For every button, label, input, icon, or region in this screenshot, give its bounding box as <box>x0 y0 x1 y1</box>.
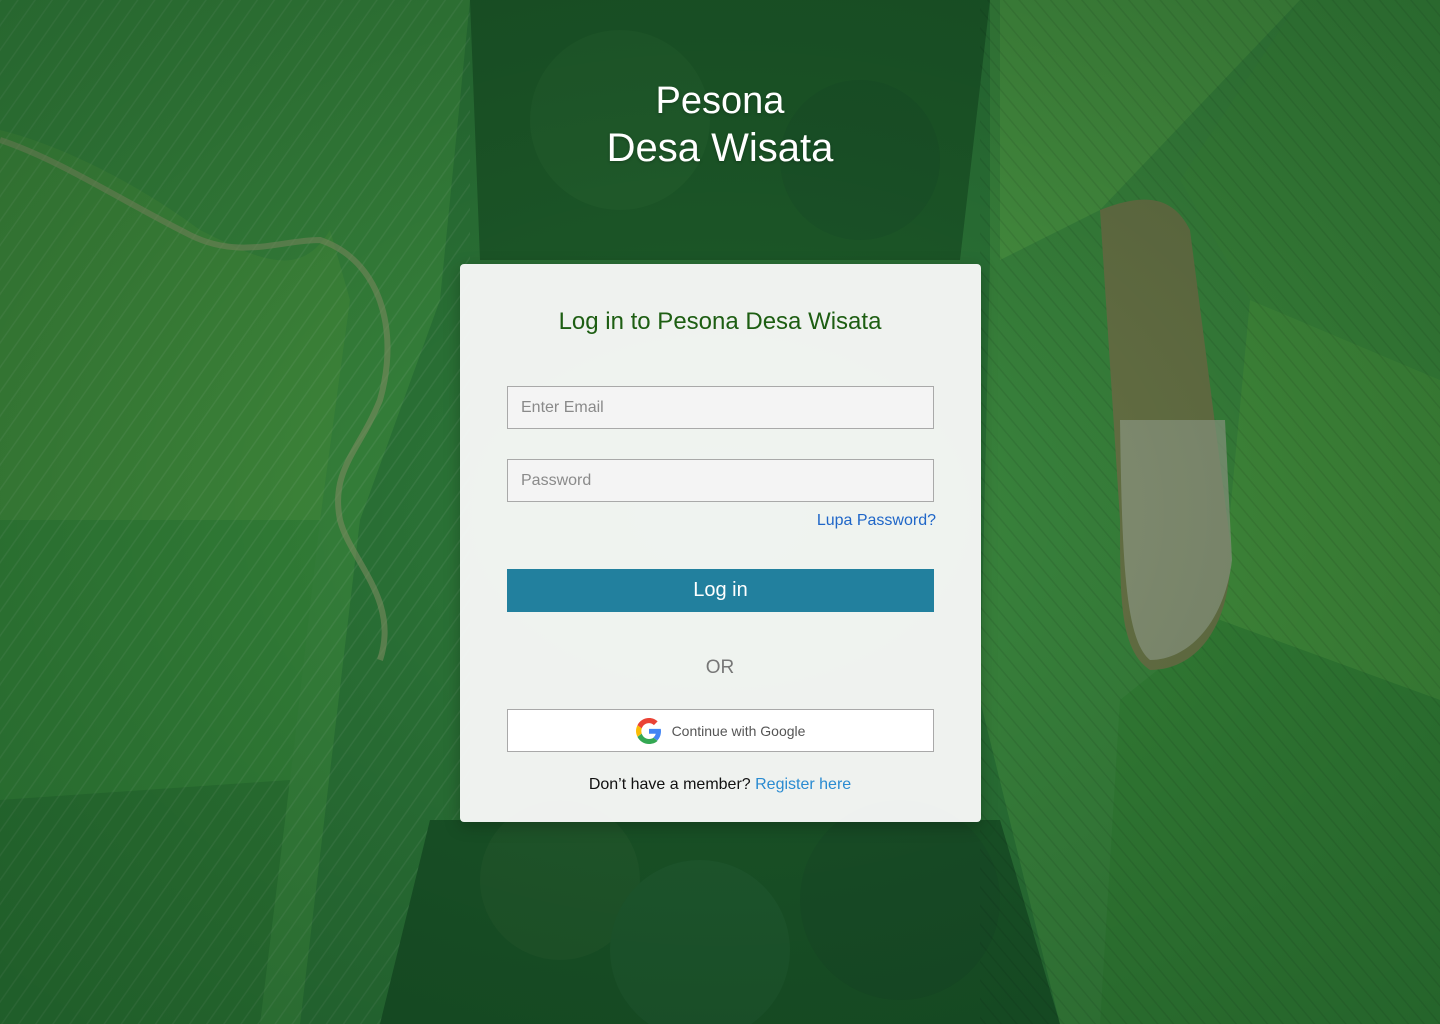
continue-with-google-button[interactable]: Continue with Google <box>507 709 934 752</box>
email-field[interactable] <box>507 386 934 429</box>
register-link[interactable]: Register here <box>755 776 851 793</box>
login-card-title: Log in to Pesona Desa Wisata <box>558 308 882 335</box>
brand-title-line-1: Pesona <box>655 80 785 122</box>
password-field[interactable] <box>507 459 934 502</box>
brand-title-line-2: Desa Wisata <box>606 126 834 170</box>
google-g-icon <box>635 717 662 744</box>
register-prompt: Don’t have a member? <box>588 776 751 793</box>
register-row: Don’t have a member? Register here <box>0 774 1440 796</box>
forgot-password-link[interactable]: Lupa Password? <box>760 510 936 532</box>
google-button-label: Continue with Google <box>671 722 806 739</box>
or-divider: OR <box>705 657 735 678</box>
login-button[interactable]: Log in <box>507 569 934 612</box>
